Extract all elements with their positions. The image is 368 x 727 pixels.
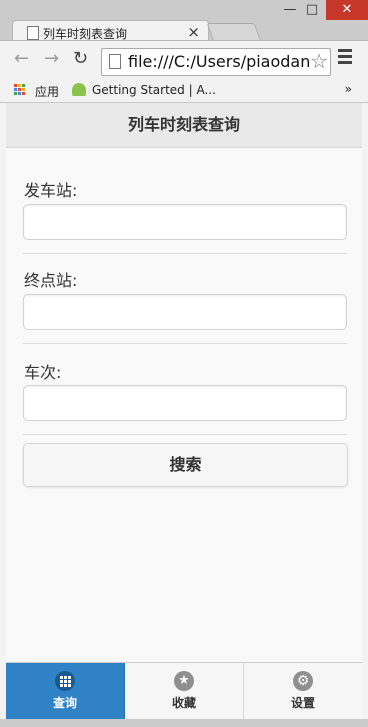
page-title: 列车时刻表查询 bbox=[6, 103, 362, 148]
tab-query-label: 查询 bbox=[52, 696, 77, 710]
tab-favorites-label: 收藏 bbox=[171, 696, 196, 710]
train-number-label: 车次: bbox=[24, 363, 62, 382]
window-bottom-border bbox=[0, 719, 368, 727]
minimize-button[interactable]: — bbox=[278, 0, 302, 20]
url-text[interactable]: file:///C:/Users/piaodan bbox=[128, 52, 310, 71]
bookmark-star-icon[interactable]: ☆ bbox=[310, 49, 328, 73]
back-icon[interactable]: ← bbox=[14, 48, 29, 69]
address-bar[interactable]: file:///C:/Users/piaodan ☆ bbox=[101, 48, 331, 76]
grid-icon bbox=[55, 671, 75, 691]
tab-settings-label: 设置 bbox=[290, 696, 315, 710]
bookmarks-more[interactable]: » bbox=[345, 82, 352, 96]
bookmarks-bar: 应用 Getting Started | A... » bbox=[0, 78, 368, 103]
menu-icon[interactable] bbox=[338, 49, 352, 67]
departure-station-label: 发车站: bbox=[24, 181, 78, 200]
star-icon: ★ bbox=[174, 671, 194, 691]
tab-query[interactable]: 查询 bbox=[6, 663, 125, 720]
reload-icon[interactable]: ↻ bbox=[73, 48, 88, 69]
terminal-station-input[interactable] bbox=[23, 294, 347, 330]
train-number-input[interactable] bbox=[23, 385, 347, 421]
page-icon bbox=[109, 54, 121, 69]
gear-icon: ⚙ bbox=[293, 671, 313, 691]
bookmark-apps[interactable]: 应用 bbox=[35, 83, 59, 100]
departure-station-input[interactable] bbox=[23, 204, 347, 240]
bookmark-getting-started[interactable]: Getting Started | A... bbox=[92, 83, 216, 97]
forward-icon[interactable]: → bbox=[44, 48, 59, 69]
close-window-button[interactable]: ✕ bbox=[326, 0, 368, 20]
divider bbox=[23, 343, 347, 344]
browser-toolbar: ← → ↻ file:///C:/Users/piaodan ☆ bbox=[0, 40, 368, 79]
tab-settings[interactable]: ⚙ 设置 bbox=[244, 663, 362, 720]
terminal-station-label: 终点站: bbox=[24, 271, 78, 290]
divider bbox=[23, 253, 347, 254]
tab-favorites[interactable]: ★ 收藏 bbox=[125, 663, 244, 720]
tab-close-icon[interactable]: × bbox=[187, 23, 200, 41]
document-icon bbox=[27, 26, 39, 40]
android-icon bbox=[72, 83, 86, 96]
apps-grid-icon[interactable] bbox=[14, 84, 26, 96]
search-button[interactable]: 搜索 bbox=[23, 443, 348, 487]
divider bbox=[23, 434, 347, 435]
app-page: 列车时刻表查询 发车站: 终点站: 车次: 搜索 查询 ★ 收藏 ⚙ 设置 bbox=[6, 103, 362, 720]
maximize-button[interactable]: □ bbox=[300, 0, 324, 20]
bottom-navbar: 查询 ★ 收藏 ⚙ 设置 bbox=[6, 662, 362, 720]
browser-titlebar: 列车时刻表查询 × — □ ✕ bbox=[0, 0, 368, 43]
